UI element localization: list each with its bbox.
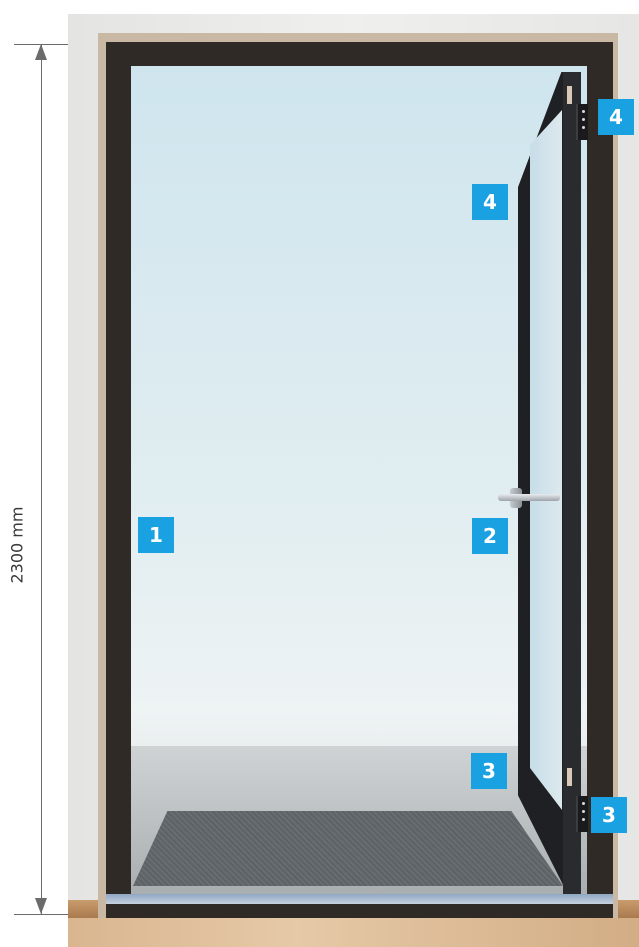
marker-2-leaf: 2 [472, 518, 508, 554]
door-diagram: 1 2 3 3 4 4 2300 mm [0, 0, 639, 947]
door-handle [498, 494, 560, 501]
marker-4-frame: 4 [598, 99, 634, 135]
door-leaf-edge [563, 72, 581, 894]
marker-4-leaf: 4 [472, 184, 508, 220]
bottom-hinge-plate [576, 796, 588, 832]
top-hinge-plate [576, 104, 588, 140]
marker-3-leaf: 3 [471, 753, 507, 789]
door-glass-panel [530, 110, 562, 810]
marker-1-frame: 1 [138, 517, 174, 553]
door-threshold [106, 894, 613, 904]
top-lock-strip [567, 86, 572, 104]
door-mat [133, 811, 563, 886]
dimension-line [41, 44, 42, 914]
arrow-up-icon [35, 44, 47, 60]
dimension-bottom-tick [14, 914, 68, 915]
height-dimension-text: 2300 mm [7, 506, 27, 584]
wood-floor [68, 918, 639, 947]
marker-3-frame: 3 [591, 797, 627, 833]
arrow-down-icon [35, 898, 47, 914]
bottom-lock-strip [567, 768, 572, 786]
